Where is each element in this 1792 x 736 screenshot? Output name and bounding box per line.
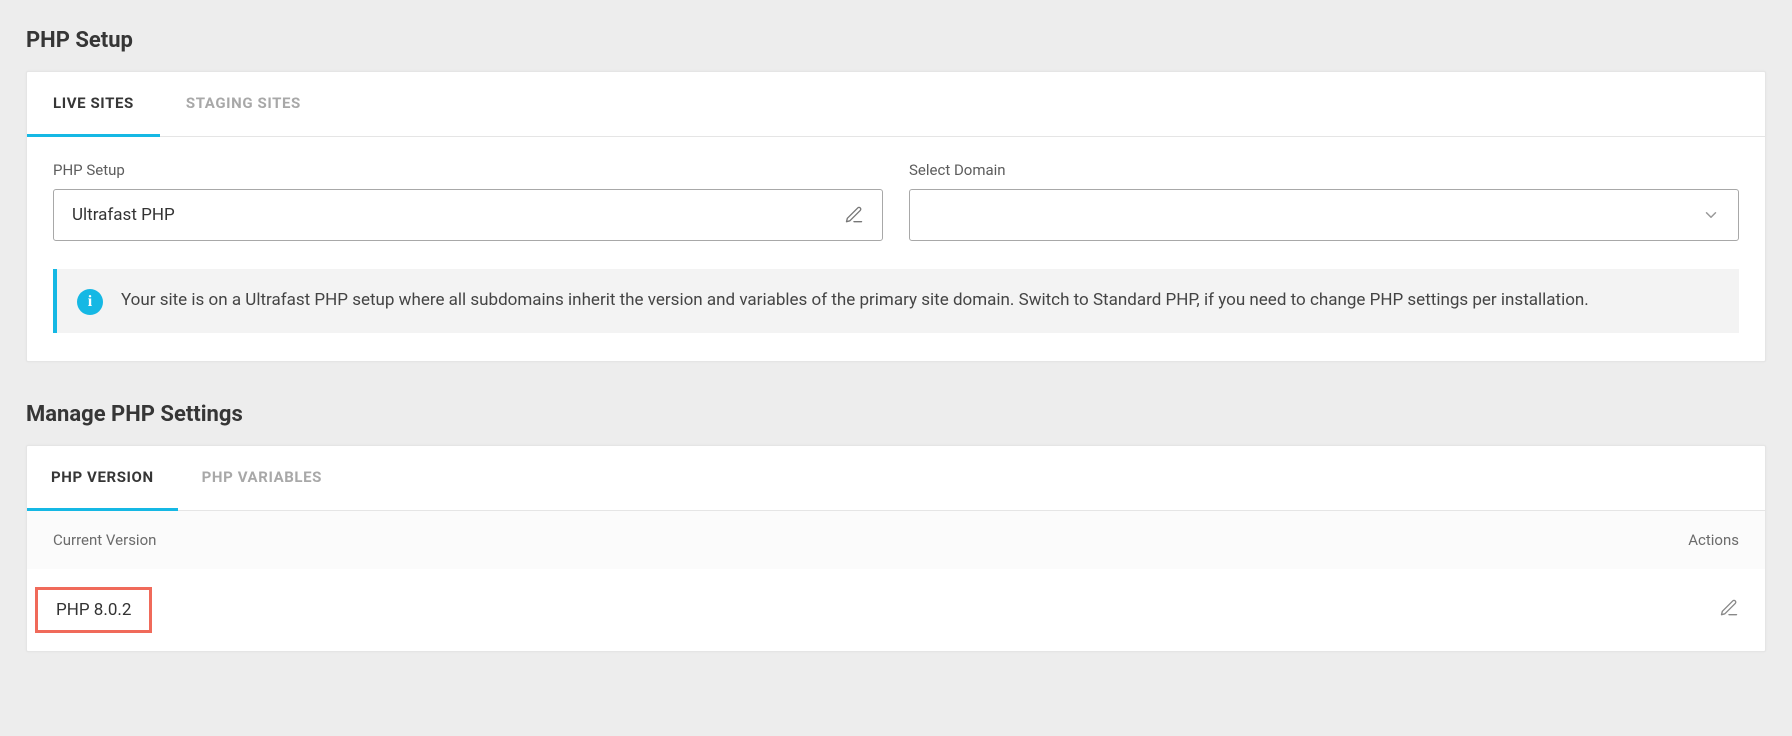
info-text: Your site is on a Ultrafast PHP setup wh…: [121, 287, 1589, 315]
chevron-down-icon: [1702, 206, 1720, 224]
tab-live-sites[interactable]: LIVE SITES: [27, 72, 160, 137]
col-actions: Actions: [1688, 531, 1739, 549]
manage-php-heading: Manage PHP Settings: [26, 402, 1766, 427]
info-box: i Your site is on a Ultrafast PHP setup …: [53, 269, 1739, 333]
edit-version-button[interactable]: [1719, 598, 1739, 623]
select-domain-label: Select Domain: [909, 161, 1739, 179]
current-version-value: PHP 8.0.2: [35, 587, 152, 633]
tab-php-variables[interactable]: PHP VARIABLES: [178, 446, 346, 511]
php-setup-field[interactable]: Ultrafast PHP: [53, 189, 883, 241]
php-setup-body: PHP Setup Ultrafast PHP Select Domain: [27, 137, 1765, 361]
php-setup-heading: PHP Setup: [26, 28, 1766, 53]
php-setup-value: Ultrafast PHP: [72, 205, 844, 225]
php-setup-field-label: PHP Setup: [53, 161, 883, 179]
version-table-header: Current Version Actions: [27, 511, 1765, 569]
php-setup-card: LIVE SITES STAGING SITES PHP Setup Ultra…: [26, 71, 1766, 362]
manage-php-card: PHP VERSION PHP VARIABLES Current Versio…: [26, 445, 1766, 652]
tab-staging-sites[interactable]: STAGING SITES: [160, 72, 327, 137]
pencil-icon: [844, 205, 864, 225]
pencil-icon: [1719, 603, 1739, 623]
php-setup-tabs: LIVE SITES STAGING SITES: [27, 72, 1765, 137]
tab-php-version[interactable]: PHP VERSION: [27, 446, 178, 511]
col-current-version: Current Version: [53, 531, 156, 549]
select-domain-field[interactable]: [909, 189, 1739, 241]
manage-php-tabs: PHP VERSION PHP VARIABLES: [27, 446, 1765, 511]
version-row: PHP 8.0.2: [27, 569, 1765, 651]
info-icon: i: [77, 289, 103, 315]
